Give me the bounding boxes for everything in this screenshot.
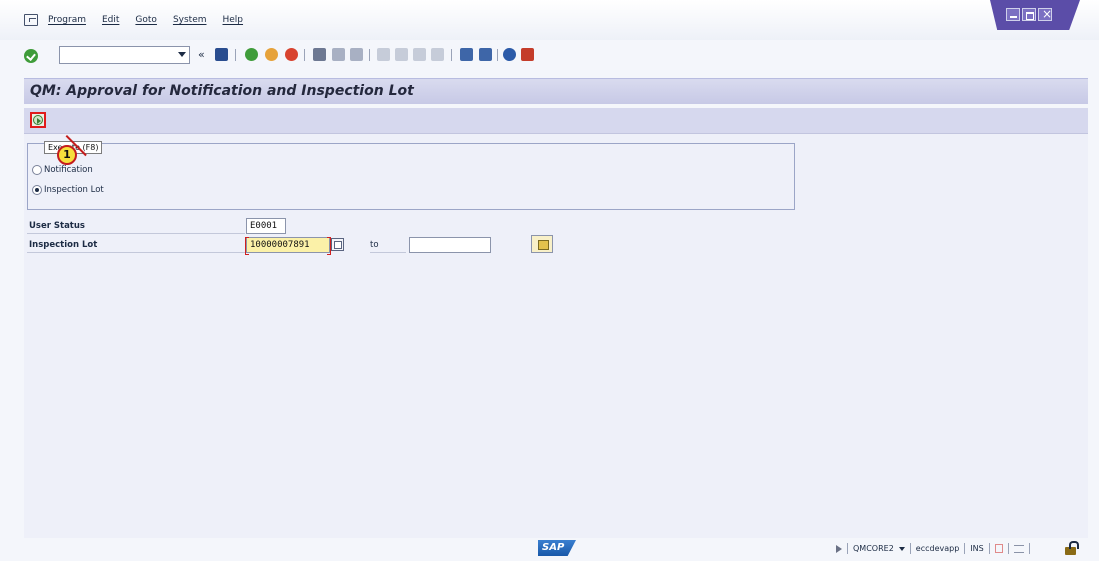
close-icon[interactable]: [1038, 7, 1052, 21]
menu-help[interactable]: Help: [223, 15, 244, 25]
menu-edit[interactable]: Edit: [102, 15, 119, 25]
status-separator: [1007, 543, 1009, 554]
next-page-icon[interactable]: [413, 48, 426, 61]
selection-screen: Notification Inspection Lot Execute (F8)…: [24, 134, 1088, 538]
chevron-down-icon[interactable]: [178, 52, 186, 57]
toolbar-separator: [235, 49, 236, 61]
save-icon[interactable]: [215, 48, 228, 61]
exit-icon[interactable]: [265, 48, 278, 61]
multiple-selection-icon[interactable]: [331, 238, 344, 251]
menu-items: Program Edit Goto System Help: [48, 15, 243, 25]
to-label: to: [370, 240, 379, 250]
radio-notification-row[interactable]: Notification: [32, 165, 93, 175]
server-name: eccdevapp: [915, 544, 960, 553]
menu-goto[interactable]: Goto: [135, 15, 157, 25]
create-session-icon[interactable]: [460, 48, 473, 61]
to-underline: [370, 252, 406, 253]
status-bar: SAP QMCORE2 eccdevapp INS: [0, 538, 1099, 561]
object-type-group: Notification Inspection Lot: [27, 143, 795, 210]
collapse-icon[interactable]: «: [198, 48, 205, 61]
toolbar-separator: [369, 49, 370, 61]
command-field[interactable]: [59, 46, 190, 64]
inspection-lot-from-input[interactable]: 10000007891: [245, 237, 331, 255]
toolbar-separator: [497, 49, 498, 61]
field-underline: [27, 233, 245, 234]
menu-system[interactable]: System: [173, 15, 207, 25]
radio-inspection-lot-row[interactable]: Inspection Lot: [32, 185, 104, 195]
standard-toolbar: «: [0, 40, 1099, 74]
enter-icon[interactable]: [24, 49, 38, 63]
radio-inspection-lot[interactable]: [32, 185, 42, 195]
system-name: QMCORE2: [853, 544, 894, 553]
lock-icon[interactable]: [1065, 541, 1079, 555]
radio-notification[interactable]: [32, 165, 42, 175]
previous-page-icon[interactable]: [395, 48, 408, 61]
help-icon[interactable]: [503, 48, 516, 61]
menu-icon[interactable]: [24, 14, 38, 26]
callout-number: 1: [63, 148, 71, 161]
sap-logo: SAP: [538, 540, 576, 556]
inspection-lot-to-input[interactable]: [409, 237, 491, 253]
status-separator: [1028, 543, 1030, 554]
toolbar-separator: [304, 49, 305, 61]
execute-button[interactable]: [30, 112, 46, 128]
user-status-input[interactable]: E0001: [246, 218, 286, 234]
status-separator: [964, 543, 966, 554]
execute-icon: [33, 115, 43, 125]
window-controls: [990, 0, 1080, 30]
menu-program[interactable]: Program: [48, 15, 86, 25]
back-icon[interactable]: [245, 48, 258, 61]
minimize-icon[interactable]: [1006, 8, 1020, 21]
menu-bar: Program Edit Goto System Help: [0, 0, 1099, 40]
radio-notification-label: Notification: [44, 165, 93, 175]
play-icon[interactable]: [836, 544, 842, 553]
inspection-lot-row: Inspection Lot 10000007891 to: [24, 235, 1088, 255]
toolbar-separator: [451, 49, 452, 61]
cancel-icon[interactable]: [285, 48, 298, 61]
first-page-icon[interactable]: [377, 48, 390, 61]
status-separator: [909, 543, 911, 554]
title-bar: QM: Approval for Notification and Inspec…: [24, 78, 1088, 104]
last-page-icon[interactable]: [431, 48, 444, 61]
application-toolbar: [24, 108, 1088, 134]
page-title: QM: Approval for Notification and Inspec…: [30, 83, 414, 99]
radio-inspection-lot-label: Inspection Lot: [44, 185, 104, 195]
maximize-icon[interactable]: [1022, 8, 1036, 21]
insert-mode[interactable]: INS: [970, 544, 983, 553]
customize-layout-icon[interactable]: [521, 48, 534, 61]
find-next-icon[interactable]: [350, 48, 363, 61]
shortcut-icon[interactable]: [479, 48, 492, 61]
chevron-down-icon[interactable]: [898, 546, 905, 551]
multiple-selection-button[interactable]: [531, 235, 553, 253]
field-underline: [27, 252, 245, 253]
inspection-lot-label: Inspection Lot: [29, 240, 98, 250]
status-info: QMCORE2 eccdevapp INS: [836, 543, 1030, 554]
status-separator: [988, 543, 990, 554]
status-box-icon: [994, 544, 1003, 553]
user-status-label: User Status: [29, 221, 85, 231]
find-icon[interactable]: [332, 48, 345, 61]
user-status-row: User Status E0001: [24, 218, 1088, 234]
tab-icon: [1013, 544, 1024, 553]
status-separator: [847, 543, 848, 554]
step-callout: 1: [57, 135, 87, 165]
print-icon[interactable]: [313, 48, 326, 61]
